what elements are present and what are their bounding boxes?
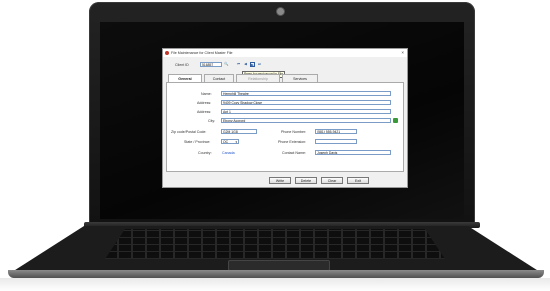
client-master-window: File Maintenance for Client Master File … xyxy=(162,48,408,188)
phone-field[interactable]: (581) 555-9421 xyxy=(315,129,357,134)
ext-label: Phone Extension: xyxy=(278,140,307,144)
laptop-base-edge xyxy=(8,270,544,278)
tab-services[interactable]: Services xyxy=(282,74,318,82)
exit-button[interactable]: Exit xyxy=(347,177,369,184)
state-value: QC xyxy=(223,140,229,144)
contact-field[interactable]: Joseph Davis xyxy=(315,150,391,155)
keyboard xyxy=(105,229,445,259)
tab-contact[interactable]: Contact xyxy=(204,74,234,82)
close-icon[interactable]: × xyxy=(401,50,404,55)
client-id-label: Client ID xyxy=(175,63,189,67)
address2-field[interactable]: Apt 1 xyxy=(221,109,391,114)
search-icon[interactable]: 🔍 xyxy=(224,62,229,67)
state-label: State / Province: xyxy=(184,140,211,144)
client-id-field[interactable]: 516857 xyxy=(200,62,222,67)
write-button[interactable]: Write xyxy=(269,177,291,184)
chevron-down-icon: ▾ xyxy=(235,140,237,144)
name-field[interactable]: Hemphill Theatre xyxy=(221,91,391,96)
state-select[interactable]: QC ▾ xyxy=(221,139,239,144)
city-label: City: xyxy=(208,119,216,123)
name-label: Name: xyxy=(201,92,212,96)
ext-field[interactable] xyxy=(315,139,357,144)
app-icon xyxy=(165,51,169,55)
city-lookup-icon[interactable] xyxy=(393,118,398,123)
next-record-icon[interactable]: ▶ xyxy=(250,62,255,67)
zip-label: Zip code/Postal Code: xyxy=(171,130,207,134)
address-label: Address: xyxy=(197,101,212,105)
last-record-icon[interactable]: ⏭ xyxy=(257,62,262,67)
contact-label: Contact Name: xyxy=(282,151,306,155)
window-title: File Maintenance for Client Master File xyxy=(171,50,233,55)
address-field[interactable]: 9409 Cozy Shadow Close xyxy=(221,100,391,105)
webcam xyxy=(277,8,284,15)
laptop-scene: File Maintenance for Client Master File … xyxy=(0,0,550,291)
clear-button[interactable]: Clear xyxy=(321,177,343,184)
title-bar: File Maintenance for Client Master File … xyxy=(163,49,407,57)
city-field[interactable]: Ebony Acorord xyxy=(221,118,391,123)
delete-button[interactable]: Delete xyxy=(295,177,317,184)
tab-relationship[interactable]: Relationship xyxy=(236,74,280,82)
first-record-icon[interactable]: ⏮ xyxy=(236,62,241,67)
phone-label: Phone Number: xyxy=(281,130,307,134)
zip-field[interactable]: G2M 1G8 xyxy=(221,129,257,134)
prev-record-icon[interactable]: ◀ xyxy=(243,62,248,67)
country-link[interactable]: Canada xyxy=(222,151,235,155)
country-label: Country: xyxy=(198,151,212,155)
surface-reflection xyxy=(0,278,550,291)
address2-label: Address: xyxy=(197,110,212,114)
